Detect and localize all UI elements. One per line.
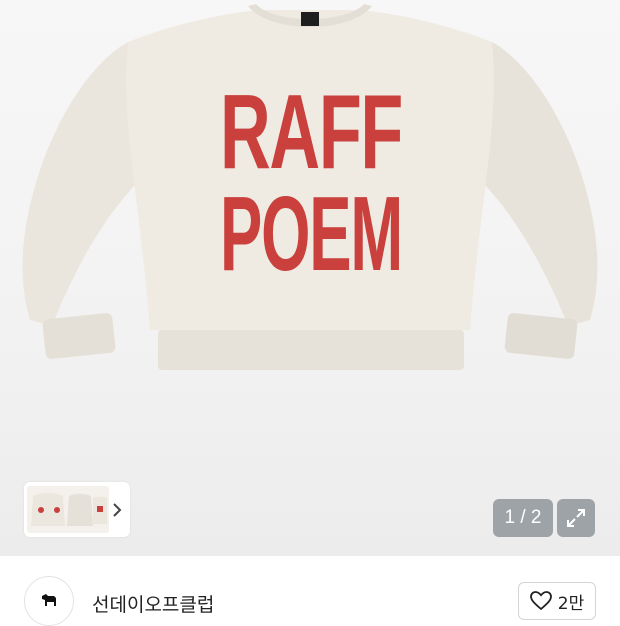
- heart-outline-icon: [529, 591, 552, 611]
- print-line-2: POEM: [220, 175, 402, 293]
- image-counter: 1 / 2: [493, 499, 553, 537]
- expand-button[interactable]: [557, 499, 595, 537]
- like-button[interactable]: 2만: [518, 582, 596, 620]
- like-count: 2만: [557, 593, 585, 614]
- expand-arrows-icon: [567, 509, 585, 527]
- seller-name[interactable]: 선데이오프클럽: [92, 590, 214, 617]
- dog-logo-icon: [42, 594, 56, 606]
- product-image-gallery[interactable]: RAFF POEM 1 / 2: [0, 0, 620, 556]
- seller-avatar[interactable]: [24, 576, 74, 626]
- print-line-1: RAFF: [220, 73, 402, 191]
- chevron-right-icon[interactable]: [110, 482, 124, 537]
- seller-bar: 선데이오프클럽 2만: [0, 556, 620, 626]
- product-photo: RAFF POEM: [22, 4, 598, 370]
- thumbnail-image[interactable]: [27, 486, 109, 533]
- thumbnail-strip[interactable]: [24, 482, 130, 537]
